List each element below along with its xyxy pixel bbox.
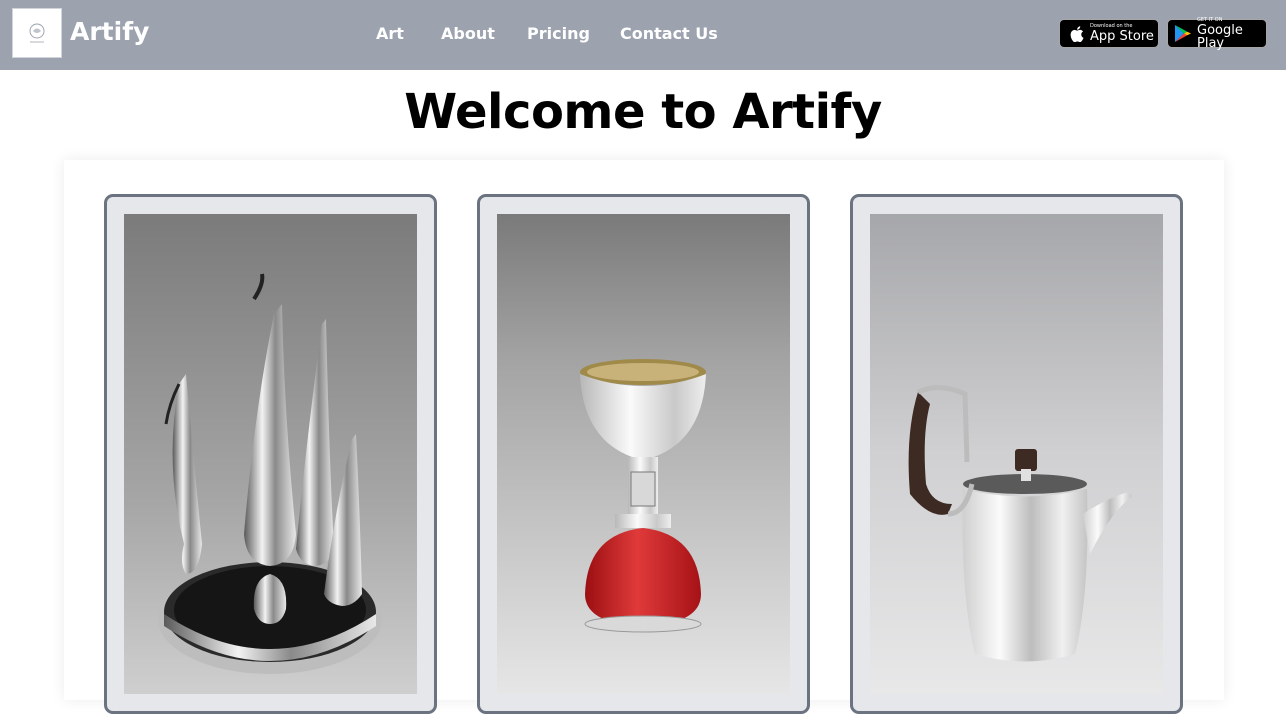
- artwork-image-2: [497, 214, 790, 694]
- apple-icon: [1070, 25, 1084, 42]
- nav-art[interactable]: Art: [376, 24, 404, 43]
- nav-about[interactable]: About: [441, 24, 495, 43]
- artwork-card-2[interactable]: [477, 194, 810, 714]
- artify-logo-icon[interactable]: [12, 8, 62, 58]
- app-store-label: App Store: [1090, 29, 1154, 44]
- navbar: Artify Art About Pricing Contact Us Down…: [0, 0, 1286, 70]
- artwork-card-3[interactable]: [850, 194, 1183, 714]
- page-title: Welcome to Artify: [404, 84, 882, 140]
- google-play-caption: GET IT ON: [1197, 16, 1223, 23]
- nav-contact-us[interactable]: Contact Us: [620, 24, 718, 43]
- google-play-label: Google Play: [1197, 22, 1243, 51]
- play-store-icon: [1174, 24, 1192, 43]
- artwork-card-1[interactable]: [104, 194, 437, 714]
- brand-name[interactable]: Artify: [70, 17, 149, 46]
- google-play-button[interactable]: GET IT ON Google Play: [1167, 16, 1267, 51]
- artwork-image-1: [124, 214, 417, 694]
- app-store-button[interactable]: Download on the App Store: [1059, 19, 1159, 48]
- artwork-image-3: [870, 214, 1163, 694]
- nav-pricing[interactable]: Pricing: [527, 24, 590, 43]
